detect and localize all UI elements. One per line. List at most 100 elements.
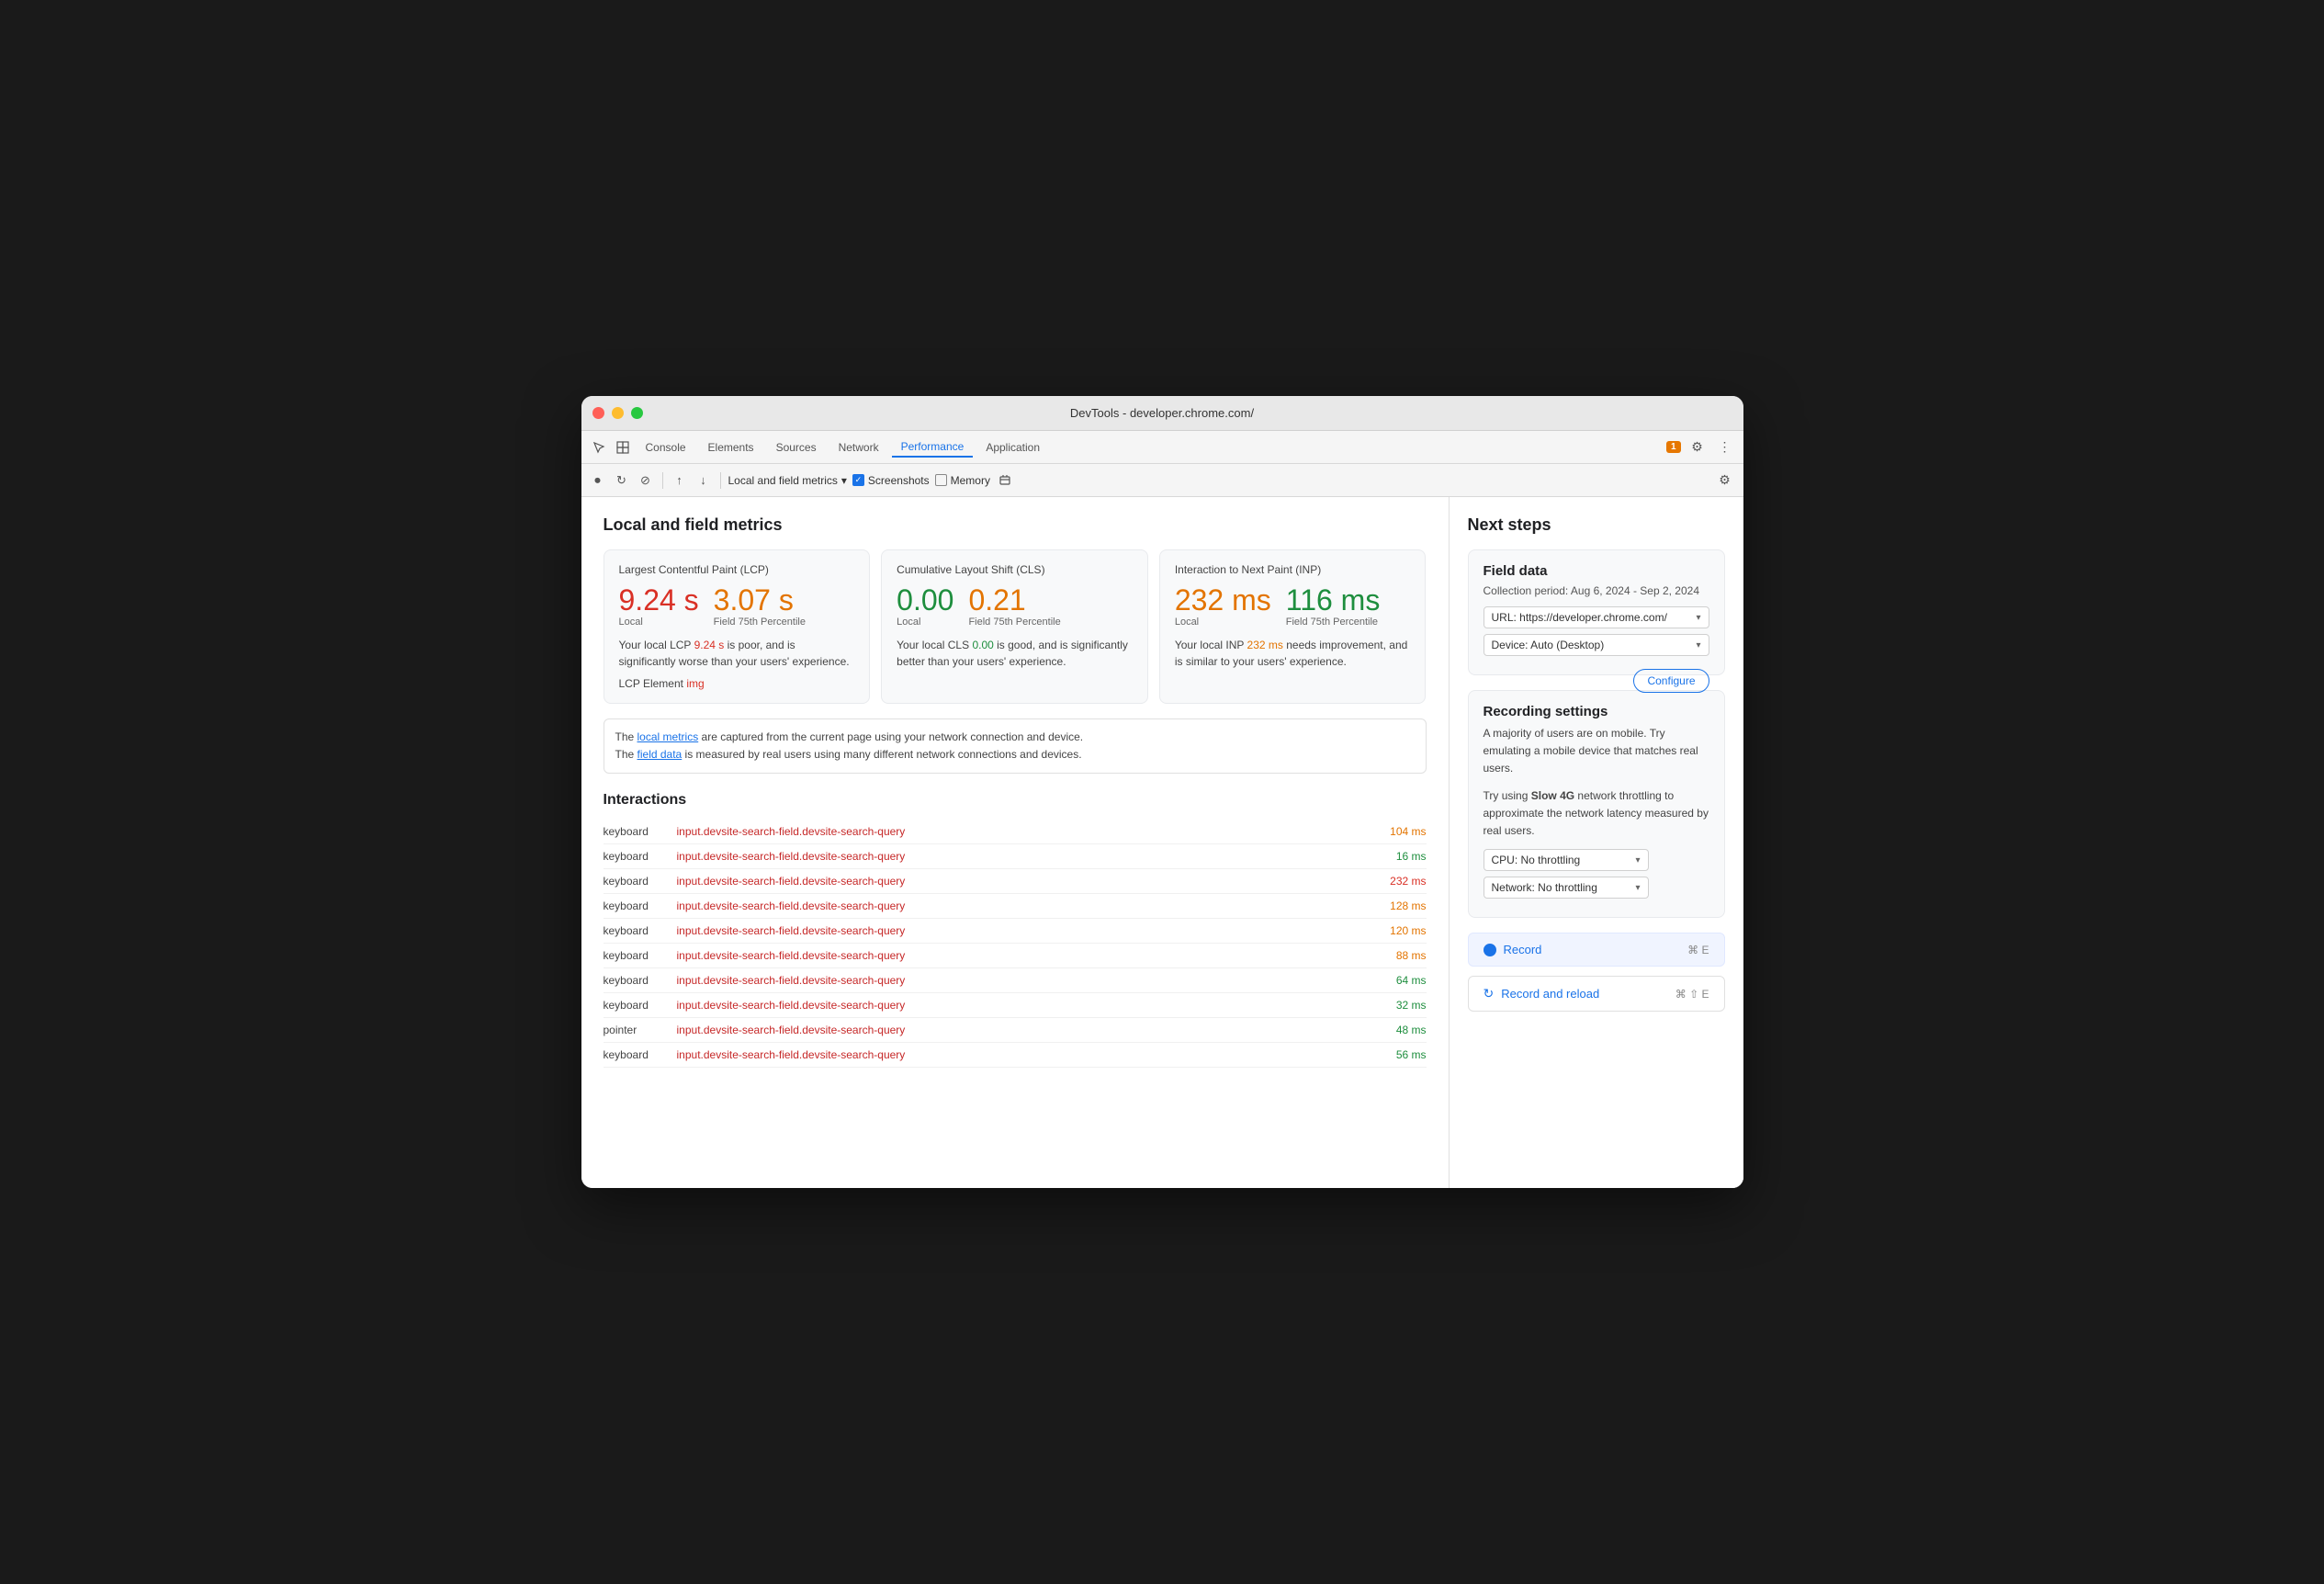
interaction-ms: 56 ms: [1371, 1048, 1427, 1061]
record-circle-icon: [1484, 944, 1496, 956]
maximize-button[interactable]: [631, 407, 643, 419]
local-metrics-link[interactable]: local metrics: [637, 730, 699, 743]
interaction-row: keyboardinput.devsite-search-field.devsi…: [604, 919, 1427, 944]
window-title: DevTools - developer.chrome.com/: [1070, 406, 1254, 420]
metrics-grid: Largest Contentful Paint (LCP) 9.24 s Lo…: [604, 549, 1427, 704]
reload-icon: ↻: [1484, 986, 1495, 1001]
tab-console[interactable]: Console: [637, 437, 695, 458]
reload-label: Record and reload: [1501, 987, 1599, 1001]
interaction-type: keyboard: [604, 899, 677, 912]
interaction-ms: 48 ms: [1371, 1024, 1427, 1036]
record-button[interactable]: Record ⌘ E: [1468, 933, 1725, 967]
main-content: Local and field metrics Largest Contentf…: [581, 497, 1743, 1188]
interaction-ms: 232 ms: [1371, 875, 1427, 888]
network-label: Network: No throttling: [1492, 881, 1597, 894]
info-text-line2: The field data is measured by real users…: [615, 746, 1415, 764]
lcp-field-label: Field 75th Percentile: [714, 617, 806, 628]
lcp-element-link[interactable]: img: [686, 677, 704, 690]
screenshots-checkbox[interactable]: ✓: [852, 474, 864, 486]
interaction-target-link[interactable]: input.devsite-search-field.devsite-searc…: [677, 899, 1371, 912]
interaction-target-link[interactable]: input.devsite-search-field.devsite-searc…: [677, 1048, 1371, 1061]
field-data-title: Field data: [1484, 563, 1709, 579]
field-data-device-select[interactable]: Device: Auto (Desktop) ▾: [1484, 634, 1709, 656]
interaction-type: keyboard: [604, 825, 677, 838]
minimize-button[interactable]: [612, 407, 624, 419]
interaction-target-link[interactable]: input.devsite-search-field.devsite-searc…: [677, 1024, 1371, 1036]
recording-desc2: Try using Slow 4G network throttling to …: [1484, 787, 1709, 841]
interaction-ms: 32 ms: [1371, 999, 1427, 1012]
interaction-type: keyboard: [604, 875, 677, 888]
interaction-target-link[interactable]: input.devsite-search-field.devsite-searc…: [677, 924, 1371, 937]
record-toolbar-icon[interactable]: ⏺: [589, 471, 607, 490]
screenshots-label: Screenshots: [868, 474, 930, 487]
tab-performance[interactable]: Performance: [892, 436, 974, 458]
url-chevron: ▾: [1696, 613, 1700, 623]
right-panel: Next steps Field data Collection period:…: [1450, 497, 1743, 1188]
tab-elements[interactable]: Elements: [699, 437, 763, 458]
toolbar-divider-1: [662, 472, 663, 489]
notification-badge: 1: [1666, 441, 1681, 453]
field-data-link[interactable]: field data: [637, 748, 683, 761]
close-button[interactable]: [592, 407, 604, 419]
toolbar-settings-icon[interactable]: ⚙: [1714, 470, 1736, 492]
record-left: Record: [1484, 943, 1542, 956]
interaction-target-link[interactable]: input.devsite-search-field.devsite-searc…: [677, 949, 1371, 962]
upload-toolbar-icon[interactable]: ↑: [671, 471, 689, 490]
tab-application[interactable]: Application: [976, 437, 1049, 458]
tab-network[interactable]: Network: [829, 437, 888, 458]
toolbar-right: ⚙: [1714, 470, 1736, 492]
field-data-collection: Collection period: Aug 6, 2024 - Sep 2, …: [1484, 584, 1709, 597]
interaction-row: keyboardinput.devsite-search-field.devsi…: [604, 820, 1427, 844]
field-data-url-select[interactable]: URL: https://developer.chrome.com/ ▾: [1484, 606, 1709, 628]
memory-checkbox[interactable]: [935, 474, 947, 486]
info-text: The local metrics are captured from the …: [604, 718, 1427, 774]
interaction-type: keyboard: [604, 949, 677, 962]
recording-section: Recording settings A majority of users a…: [1468, 690, 1725, 918]
network-chevron: ▾: [1635, 883, 1640, 893]
tabs-bar: Console Elements Sources Network Perform…: [581, 431, 1743, 464]
tab-right-actions: 1 ⚙ ⋮: [1666, 436, 1736, 458]
settings-icon[interactable]: ⚙: [1687, 436, 1709, 458]
cursor-icon[interactable]: [589, 437, 609, 458]
more-icon[interactable]: ⋮: [1714, 436, 1736, 458]
inp-highlight: 232 ms: [1247, 639, 1283, 651]
inp-title: Interaction to Next Paint (INP): [1175, 563, 1411, 576]
interaction-target-link[interactable]: input.devsite-search-field.devsite-searc…: [677, 999, 1371, 1012]
lcp-card: Largest Contentful Paint (LCP) 9.24 s Lo…: [604, 549, 871, 704]
screenshots-check[interactable]: ✓ Screenshots: [852, 474, 930, 487]
slow-4g-text: Slow 4G: [1531, 789, 1574, 802]
tab-sources[interactable]: Sources: [767, 437, 826, 458]
left-panel: Local and field metrics Largest Contentf…: [581, 497, 1450, 1188]
lcp-field-value: 3.07 s: [714, 585, 806, 615]
configure-button[interactable]: Configure: [1633, 669, 1709, 693]
reload-toolbar-icon[interactable]: ↻: [613, 471, 631, 490]
interaction-target-link[interactable]: input.devsite-search-field.devsite-searc…: [677, 974, 1371, 987]
recording-desc1: A majority of users are on mobile. Try e…: [1484, 725, 1709, 778]
interaction-target-link[interactable]: input.devsite-search-field.devsite-searc…: [677, 875, 1371, 888]
memory-check[interactable]: Memory: [935, 474, 990, 487]
cls-card: Cumulative Layout Shift (CLS) 0.00 Local…: [881, 549, 1148, 704]
interaction-type: pointer: [604, 1024, 677, 1036]
url-label: URL: https://developer.chrome.com/: [1492, 611, 1667, 624]
interaction-target-link[interactable]: input.devsite-search-field.devsite-searc…: [677, 850, 1371, 863]
cls-local-value: 0.00: [897, 585, 953, 615]
record-reload-button[interactable]: ↻ Record and reload ⌘ ⇧ E: [1468, 976, 1725, 1012]
interaction-type: keyboard: [604, 999, 677, 1012]
cls-field-value: 0.21: [968, 585, 1060, 615]
interaction-target-link[interactable]: input.devsite-search-field.devsite-searc…: [677, 825, 1371, 838]
mode-chevron: ▾: [841, 474, 847, 487]
field-data-section: Field data Collection period: Aug 6, 202…: [1468, 549, 1725, 675]
cpu-profile-icon[interactable]: [996, 471, 1014, 490]
network-dropdown[interactable]: Network: No throttling ▾: [1484, 877, 1649, 899]
inspect-icon[interactable]: [613, 437, 633, 458]
interaction-ms: 64 ms: [1371, 974, 1427, 987]
interaction-type: keyboard: [604, 850, 677, 863]
clear-toolbar-icon[interactable]: ⊘: [637, 471, 655, 490]
cls-field-label: Field 75th Percentile: [968, 617, 1060, 628]
interaction-ms: 104 ms: [1371, 825, 1427, 838]
interaction-row: keyboardinput.devsite-search-field.devsi…: [604, 844, 1427, 869]
mode-select[interactable]: Local and field metrics ▾: [728, 474, 847, 487]
cpu-dropdown[interactable]: CPU: No throttling ▾: [1484, 849, 1649, 871]
download-toolbar-icon[interactable]: ↓: [694, 471, 713, 490]
toolbar-divider-2: [720, 472, 721, 489]
